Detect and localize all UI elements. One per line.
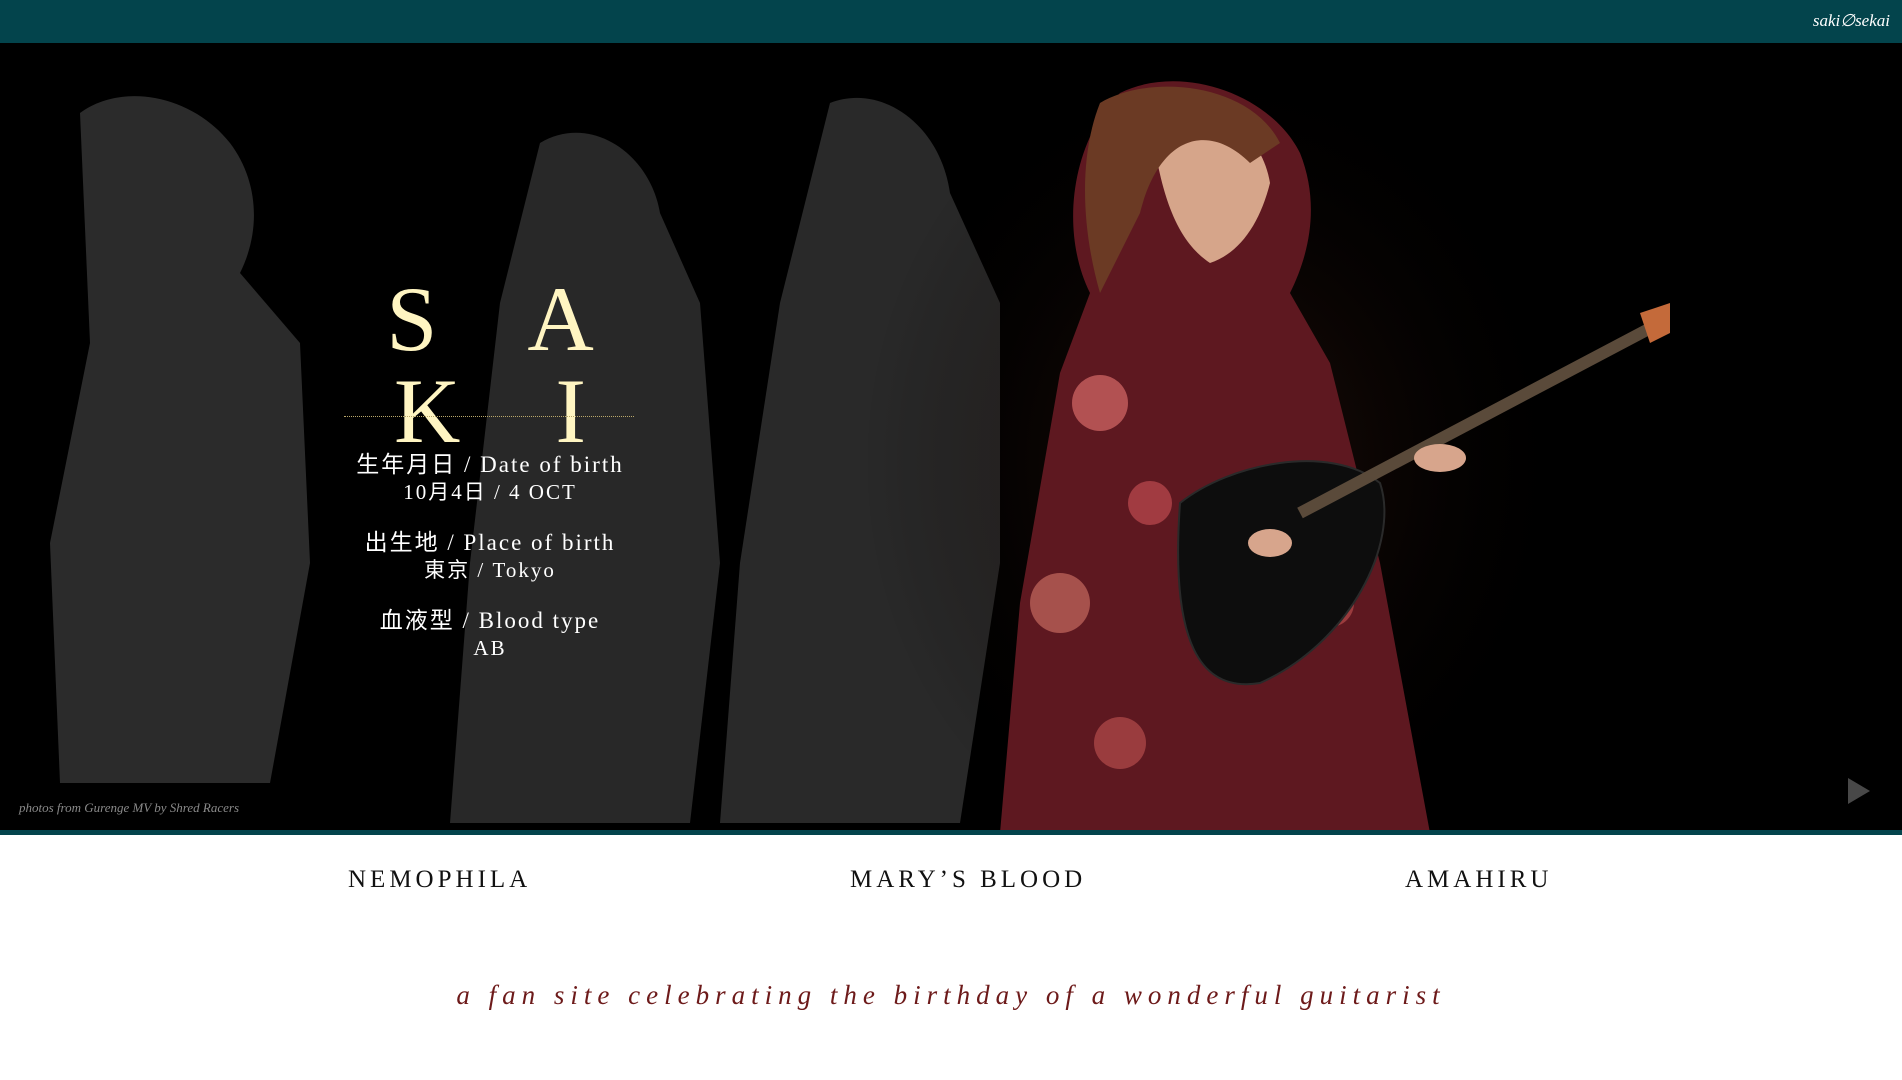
hero-divider — [0, 830, 1902, 835]
top-bar: saki∅sekai — [0, 0, 1902, 43]
profile-label: 出生地 / Place of birth — [364, 530, 616, 555]
profile-birth-place: 出生地 / Place of birth 東京 / Tokyo — [290, 529, 690, 583]
site-logo[interactable]: saki∅sekai — [1813, 11, 1890, 31]
nav-link-nemophila[interactable]: NEMOPHILA — [348, 866, 531, 894]
profile-blood-type: 血液型 / Blood type AB — [290, 607, 690, 661]
title-divider — [344, 416, 634, 417]
profile-value: 10月4日 / 4 OCT — [403, 480, 577, 504]
hero-photo-collage — [50, 43, 1670, 830]
profile-value: AB — [473, 636, 507, 660]
profile-value: 東京 / Tokyo — [424, 558, 556, 582]
profile-birth-date: 生年月日 / Date of birth 10月4日 / 4 OCT — [290, 451, 690, 505]
site-tagline: a fan site celebrating the birthday of a… — [456, 980, 1446, 1010]
nav-link-marys-blood[interactable]: MARY’S BLOOD — [850, 866, 1086, 894]
profile-label: 血液型 / Blood type — [379, 608, 601, 633]
nav-link-amahiru[interactable]: AMAHIRU — [1405, 866, 1552, 894]
play-icon[interactable] — [1846, 776, 1872, 806]
hero-banner: S A K I 生年月日 / Date of birth 10月4日 / 4 O… — [0, 43, 1902, 830]
artist-title: S A K I — [386, 268, 630, 462]
profile-label: 生年月日 / Date of birth — [356, 452, 624, 477]
silhouette-figure-1 — [50, 96, 310, 783]
photo-credit: photos from Gurenge MV by Shred Racers — [19, 800, 240, 815]
